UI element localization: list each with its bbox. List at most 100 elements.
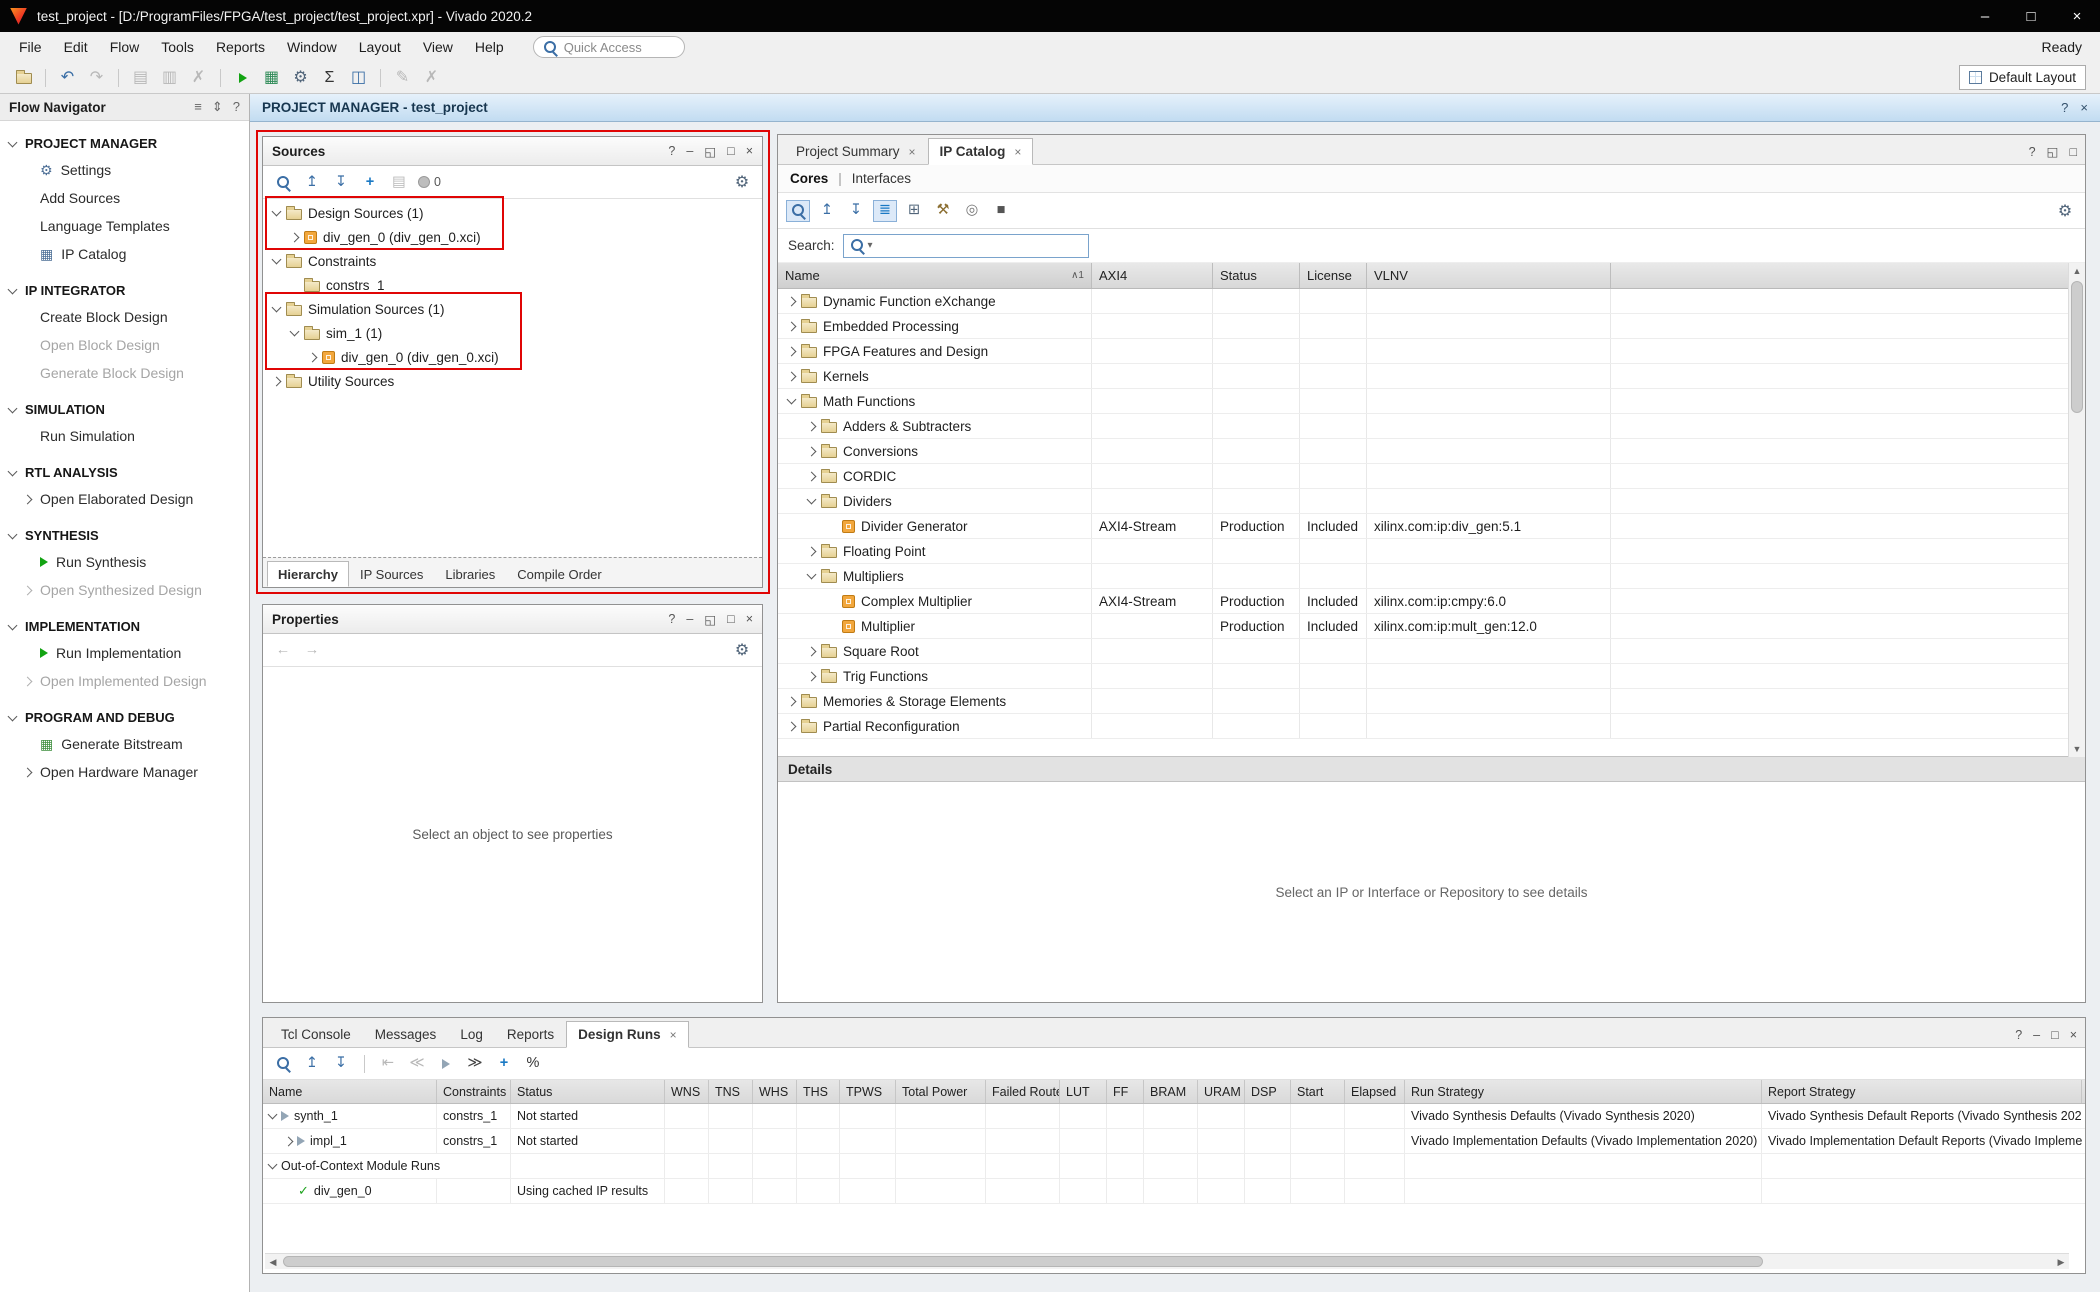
ip-row-floating-point[interactable]: Floating Point [778,539,2085,564]
program-device-icon[interactable]: ▦ [258,66,285,90]
expander-icon[interactable] [807,471,817,481]
design-run-row-synth-1[interactable]: synth_1constrs_1Not startedVivado Synthe… [263,1104,2085,1129]
expander-icon[interactable] [23,676,33,686]
layout-selector[interactable]: Default Layout [1959,65,2086,90]
column-header-dsp[interactable]: DSP [1245,1080,1291,1103]
expander-icon[interactable] [787,321,797,331]
ip-row-partial-reconfiguration[interactable]: Partial Reconfiguration [778,714,2085,739]
maximize-icon[interactable]: □ [2051,1028,2059,1042]
expander-icon[interactable] [8,529,18,539]
sources-settings-gear-icon[interactable]: ⚙ [730,171,754,193]
source-tree-item-design-sources[interactable]: Design Sources (1) [263,201,762,225]
expander-icon[interactable] [807,495,817,505]
auto-hide-icon[interactable]: ≡ [194,99,202,115]
step-forward-icon[interactable]: ≫ [463,1053,487,1075]
close-icon[interactable]: × [746,144,753,158]
expander-icon[interactable] [787,346,797,356]
flow-item-add-sources[interactable]: Add Sources [0,184,249,212]
expander-icon[interactable] [8,284,18,294]
design-run-row-div-gen-0[interactable]: ✓div_gen_0Using cached IP results [263,1179,2085,1204]
launch-runs-icon[interactable]: % [521,1053,545,1075]
expander-icon[interactable] [268,1110,278,1120]
flow-item-open-hardware-manager[interactable]: Open Hardware Manager [0,758,249,786]
sources-tab-libraries[interactable]: Libraries [434,561,506,587]
column-header-ff[interactable]: FF [1107,1080,1144,1103]
column-header-lut[interactable]: LUT [1060,1080,1107,1103]
expander-icon[interactable] [787,721,797,731]
expander-icon[interactable] [23,494,33,504]
expander-icon[interactable] [787,296,797,306]
ip-settings-wrench-icon[interactable]: ⚒ [931,200,955,222]
flow-section-header-implementation[interactable]: IMPLEMENTATION [0,614,249,639]
resize-icon[interactable]: ⇕ [212,99,223,115]
help-icon[interactable]: ? [668,612,675,626]
flow-item-language-templates[interactable]: Language Templates [0,212,249,240]
ip-row-adders-subtracters[interactable]: Adders & Subtracters [778,414,2085,439]
column-header-failed-routes[interactable]: Failed Routes [986,1080,1060,1103]
menu-flow[interactable]: Flow [99,35,151,59]
ip-search-input[interactable]: ▾ [843,234,1089,258]
minimize-icon[interactable]: – [2033,1028,2040,1042]
add-sources-icon[interactable]: + [358,171,382,193]
runs-horizontal-scrollbar[interactable]: ◀ ▶ [265,1253,2069,1269]
ip-row-dynamic-function-exchange[interactable]: Dynamic Function eXchange [778,289,2085,314]
help-icon[interactable]: ? [233,99,240,115]
column-header-elapsed[interactable]: Elapsed [1345,1080,1405,1103]
minimize-icon[interactable]: – [686,612,693,626]
hierarchy-view-icon[interactable]: ≣ [873,200,897,222]
expander-icon[interactable] [8,711,18,721]
ip-row-kernels[interactable]: Kernels [778,364,2085,389]
sources-tab-hierarchy[interactable]: Hierarchy [267,561,349,587]
ip-vertical-scrollbar[interactable]: ▲ ▼ [2068,263,2085,757]
expander-icon[interactable] [272,303,282,313]
expand-all-icon[interactable]: ↧ [329,171,353,193]
design-run-row-impl-1[interactable]: impl_1constrs_1Not startedVivado Impleme… [263,1129,2085,1154]
expander-icon[interactable] [807,421,817,431]
menu-edit[interactable]: Edit [53,35,99,59]
source-tree-item-utility-sources[interactable]: Utility Sources [263,369,762,393]
expander-icon[interactable] [23,585,33,595]
maximize-icon[interactable]: □ [727,144,735,158]
source-tree-item-div-gen-0[interactable]: div_gen_0 (div_gen_0.xci) [263,225,762,249]
column-header-status[interactable]: Status [511,1080,665,1103]
expander-icon[interactable] [807,570,817,580]
ip-row-embedded-processing[interactable]: Embedded Processing [778,314,2085,339]
expander-icon[interactable] [272,255,282,265]
ip-row-cordic[interactable]: CORDIC [778,464,2085,489]
close-tab-icon[interactable]: × [1014,145,1021,159]
minimize-icon[interactable]: – [686,144,693,158]
quick-access-search[interactable]: Quick Access [533,36,685,58]
add-repository-icon[interactable]: ◎ [960,200,984,222]
expander-icon[interactable] [807,646,817,656]
expander-icon[interactable] [308,352,318,362]
help-icon[interactable]: ? [2029,145,2036,159]
ip-row-square-root[interactable]: Square Root [778,639,2085,664]
tab-design-runs[interactable]: Design Runs× [566,1021,689,1048]
tab-messages[interactable]: Messages [363,1021,449,1048]
ip-settings-gear-icon[interactable]: ⚙ [2053,200,2077,222]
source-tree-item-sim-1[interactable]: sim_1 (1) [263,321,762,345]
expander-icon[interactable] [8,620,18,630]
ip-row-divider-generator[interactable]: Divider GeneratorAXI4-StreamProductionIn… [778,514,2085,539]
run-icon[interactable] [434,1053,458,1075]
column-header-run-strategy[interactable]: Run Strategy [1405,1080,1762,1103]
flow-item-ip-catalog[interactable]: ▦IP Catalog [0,240,249,268]
column-header-status[interactable]: Status [1213,263,1300,288]
flow-item-generate-bitstream[interactable]: ▦Generate Bitstream [0,730,249,758]
flow-item-run-implementation[interactable]: Run Implementation [0,639,249,667]
expand-all-icon[interactable]: ↧ [844,200,868,222]
scrollbar-thumb[interactable] [283,1256,1763,1267]
properties-settings-gear-icon[interactable]: ⚙ [730,639,754,661]
sources-tab-ip-sources[interactable]: IP Sources [349,561,434,587]
flow-item-create-block-design[interactable]: Create Block Design [0,303,249,331]
menu-help[interactable]: Help [464,35,515,59]
flow-item-open-elaborated-design[interactable]: Open Elaborated Design [0,485,249,513]
group-view-icon[interactable]: ⊞ [902,200,926,222]
column-header-whs[interactable]: WHS [753,1080,797,1103]
scroll-down-arrow[interactable]: ▼ [2069,741,2085,757]
help-icon[interactable]: ? [668,144,675,158]
menu-tools[interactable]: Tools [150,35,205,59]
tab-ip-catalog[interactable]: IP Catalog× [928,138,1034,165]
expander-icon[interactable] [290,232,300,242]
column-header-tns[interactable]: TNS [709,1080,753,1103]
